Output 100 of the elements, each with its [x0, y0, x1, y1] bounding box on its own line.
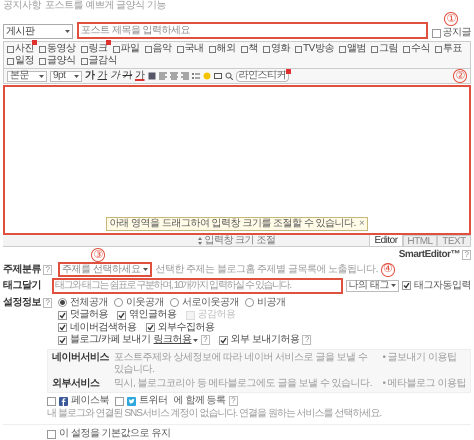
help-button[interactable]: ?	[228, 396, 238, 406]
toolbar-button[interactable]: 글양식	[39, 55, 76, 67]
checkbox[interactable]	[115, 396, 124, 406]
toolbar-button[interactable]: 책	[240, 43, 258, 55]
font-size-select[interactable]: 9pt	[50, 70, 82, 82]
help-button[interactable]: ?	[200, 335, 210, 346]
radio-label: 이웃공개	[126, 296, 164, 309]
notice-label: 공지사항	[3, 0, 41, 12]
checkbox-label: 페이스북	[71, 395, 109, 408]
checkbox[interactable]	[146, 323, 154, 332]
checkbox[interactable]	[47, 430, 56, 438]
style-select[interactable]: 본문	[7, 70, 47, 82]
checkbox[interactable]	[117, 310, 126, 320]
toolbar-icon	[338, 46, 346, 52]
service-description: 믹시, 블로그코리아 등 메타블로그에도 글을 보낼 수 있습니다.	[114, 378, 374, 390]
checkbox[interactable]	[402, 281, 411, 290]
list-icon[interactable]	[192, 72, 200, 80]
caret-icon	[39, 74, 44, 78]
toolbar-button[interactable]: 일정	[7, 55, 34, 67]
align-right-icon[interactable]	[180, 72, 188, 80]
toolbar-button[interactable]: 음악	[144, 43, 172, 55]
toolbar-button[interactable]: 앨범	[338, 43, 366, 55]
radio-label: 전체공개	[70, 296, 108, 309]
radio-button[interactable]	[58, 298, 67, 308]
service-name: 외부서비스	[52, 378, 100, 390]
service-name: 네이버서비스	[52, 352, 110, 365]
toolbar-button[interactable]: 수식	[402, 43, 430, 55]
format-button[interactable]: 가	[135, 71, 144, 81]
toolbar-button[interactable]: 링크	[80, 43, 108, 55]
bird-icon	[127, 396, 136, 406]
field-label: 주제분류	[3, 264, 41, 276]
radio-button[interactable]	[245, 298, 254, 308]
checkbox-label: 네이버검색허용	[70, 322, 136, 334]
radio-button[interactable]	[114, 298, 123, 308]
mode-tab[interactable]: Editor	[369, 234, 403, 246]
radio-label: 서로이웃공개	[182, 296, 239, 309]
toolbar-icon	[434, 46, 442, 52]
align-center-icon[interactable]	[170, 72, 178, 80]
format-button[interactable]: 가	[98, 71, 107, 81]
service-description: 포스트주제와 상세정보에 따라 네이버 서비스로 글을 보낼 수 있습니다.	[114, 352, 368, 376]
toolbar-button[interactable]: 영화	[263, 43, 290, 55]
toolbar-button[interactable]: 해외	[208, 43, 236, 55]
checkbox[interactable]	[58, 323, 67, 332]
board-select[interactable]: 게시판	[3, 24, 73, 39]
toolbar-button[interactable]: 글감식	[80, 55, 117, 67]
field-label: 태그달기	[3, 280, 42, 292]
toolbar-button[interactable]: TV방송	[295, 43, 334, 55]
checkbox-label: 태그자동입력	[414, 280, 471, 292]
toolbar-button[interactable]: 동영상	[39, 43, 76, 55]
toolbar-icon	[208, 46, 216, 52]
number-marker: ②	[453, 69, 467, 83]
toolbar-icon	[402, 46, 410, 52]
checkbox-label: 덧글허용	[70, 309, 108, 322]
sns-label: 에 함께 등록	[174, 395, 226, 408]
caret-icon	[65, 30, 70, 33]
checkbox-label: 공감허용	[198, 309, 236, 322]
toolbar-icon	[263, 46, 270, 52]
toolbar-icon	[176, 46, 184, 52]
editor-area[interactable]: 아래 영역을 드래그하여 입력창 크기를 조절할 수 있습니다. ×	[3, 85, 471, 235]
radio-button[interactable]	[170, 298, 179, 308]
title-field[interactable]: 포스트 제목을 입력하세요	[77, 22, 428, 39]
help-button[interactable]: ?	[43, 298, 52, 308]
toolbar-button[interactable]: 파일	[112, 43, 140, 55]
toolbar-button[interactable]: 사진	[7, 43, 34, 55]
checkbox[interactable]	[47, 396, 56, 406]
tag-field[interactable]: 태그와 태그는 쉼표로 구분하며, 10개까지 입력하실 수 있습니다.	[52, 278, 343, 294]
checkbox[interactable]	[218, 336, 228, 345]
caret-icon	[74, 74, 79, 78]
resize-icon	[198, 236, 202, 244]
format-button[interactable]: 가	[110, 71, 120, 81]
checkbox[interactable]	[432, 28, 440, 38]
help-button[interactable]: ?	[302, 335, 312, 346]
format-button[interactable]: 가	[85, 71, 94, 81]
align-left-icon[interactable]	[158, 72, 166, 80]
help-button[interactable]: ?	[43, 264, 52, 275]
my-tags-dropdown[interactable]: 나의 태그	[346, 280, 399, 292]
sns-note: 내 블로그와 연결된 SNS서비스 계정이 없습니다. 연결을 원하는 서비스를 선택하세요.	[46, 408, 382, 420]
close-button[interactable]: ×	[358, 218, 364, 230]
topic-select[interactable]: 주제를 선택하세요	[58, 262, 152, 278]
checkbox[interactable]	[58, 310, 67, 320]
sticker-button[interactable]: 라인스티커	[236, 70, 289, 82]
checkbox-label: 이 설정을 기본값으로 유지	[59, 428, 170, 440]
resize-handle[interactable]: 입력창 크기 조절	[198, 234, 276, 246]
checkbox[interactable]	[58, 336, 67, 345]
hint-text: 선택한 주제는 블로그홈 주제별 글목록에 노출됩니다.	[155, 264, 378, 276]
search-icon[interactable]	[224, 72, 232, 80]
help-button[interactable]: ?	[462, 250, 471, 260]
checkbox-label: 공지글	[442, 27, 471, 39]
radio-label: 비공개	[257, 296, 286, 309]
toolbar-button[interactable]: 국내	[176, 43, 204, 55]
number-marker: ④	[380, 262, 395, 277]
checkbox-label: 외부 보내기허용	[230, 334, 300, 346]
link-option-dropdown[interactable]: 링크허용	[154, 334, 198, 346]
toolbar-icon	[112, 46, 120, 52]
toolbar-button[interactable]: 투표	[434, 43, 462, 55]
toolbar-button[interactable]: 그림	[370, 43, 398, 55]
caret-icon	[192, 338, 198, 342]
caret-icon	[143, 268, 148, 272]
format-button[interactable]: 가	[122, 71, 132, 81]
checkbox-label: 엮인글허용	[129, 309, 176, 322]
